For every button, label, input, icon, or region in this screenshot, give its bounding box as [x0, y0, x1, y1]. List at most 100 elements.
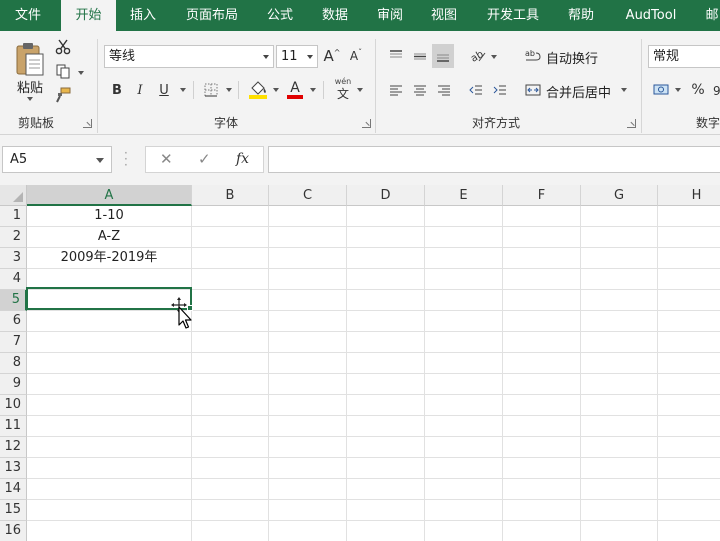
number-format-value: 常规 [653, 49, 680, 64]
tab-page-layout[interactable]: 页面布局 [176, 0, 248, 31]
phonetic-dropdown-icon[interactable] [357, 88, 363, 92]
orientation-icon[interactable]: ab [468, 45, 488, 67]
row-header-2[interactable]: 2 [0, 227, 27, 248]
formula-input[interactable] [268, 146, 720, 173]
font-name-combo[interactable]: 等线 [104, 45, 274, 68]
formula-bar-grip-icon[interactable]: · · · [124, 147, 128, 171]
format-painter-icon[interactable] [54, 86, 72, 104]
decrease-indent-icon[interactable] [466, 79, 486, 101]
paste-dropdown-icon[interactable] [27, 97, 33, 101]
borders-icon[interactable] [200, 79, 222, 101]
copy-dropdown-icon[interactable] [78, 71, 84, 75]
row-header-8[interactable]: 8 [0, 353, 27, 374]
active-cell-a5[interactable] [26, 287, 192, 310]
tab-review[interactable]: 审阅 [367, 0, 413, 31]
row-header-12[interactable]: 12 [0, 437, 27, 458]
tab-help[interactable]: 帮助 [558, 0, 604, 31]
row-header-14[interactable]: 14 [0, 479, 27, 500]
gridline [27, 352, 720, 353]
row-header-15[interactable]: 15 [0, 500, 27, 521]
cell-a3[interactable]: 2009年-2019年 [27, 248, 191, 268]
tab-file[interactable]: 文件 [0, 0, 56, 31]
merge-center-button[interactable]: 合并后居中 [546, 82, 611, 101]
row-header-3[interactable]: 3 [0, 248, 27, 269]
column-header-e[interactable]: E [425, 185, 503, 206]
orientation-dropdown-icon[interactable] [491, 55, 497, 59]
borders-dropdown-icon[interactable] [226, 88, 232, 92]
wrap-text-icon[interactable]: ab [524, 45, 542, 67]
merge-dropdown-icon[interactable] [621, 88, 627, 92]
font-size-combo[interactable]: 11 [276, 45, 318, 68]
tab-developer[interactable]: 开发工具 [477, 0, 549, 31]
align-right-icon[interactable] [434, 79, 454, 101]
clipboard-launcher-icon[interactable] [83, 119, 92, 128]
row-header-11[interactable]: 11 [0, 416, 27, 437]
fill-color-dropdown-icon[interactable] [273, 88, 279, 92]
row-header-1[interactable]: 1 [0, 206, 27, 227]
phonetic-guide-button[interactable]: wén 文 [331, 77, 355, 103]
font-color-swatch [287, 95, 303, 99]
tab-mailings[interactable]: 邮 [697, 0, 720, 31]
column-header-b[interactable]: B [192, 185, 269, 206]
chevron-down-icon [307, 55, 313, 59]
row-header-16[interactable]: 16 [0, 521, 27, 541]
merge-center-icon[interactable] [524, 79, 542, 101]
chevron-down-icon[interactable] [96, 158, 104, 163]
font-color-icon[interactable]: A [284, 77, 306, 101]
cut-icon[interactable] [54, 38, 72, 56]
cell-a1[interactable]: 1-10 [27, 206, 191, 226]
column-header-d[interactable]: D [347, 185, 425, 206]
fill-color-icon[interactable] [246, 77, 270, 101]
row-header-13[interactable]: 13 [0, 458, 27, 479]
column-header-c[interactable]: C [269, 185, 347, 206]
cell-a2[interactable]: A-Z [27, 227, 191, 247]
row-header-7[interactable]: 7 [0, 332, 27, 353]
bold-button[interactable]: B [107, 79, 127, 101]
tab-insert[interactable]: 插入 [118, 0, 168, 31]
copy-icon[interactable] [54, 62, 72, 80]
font-color-dropdown-icon[interactable] [310, 88, 316, 92]
underline-dropdown-icon[interactable] [180, 88, 186, 92]
column-header-h[interactable]: H [658, 185, 720, 206]
tab-formulas[interactable]: 公式 [258, 0, 302, 31]
row-header-4[interactable]: 4 [0, 269, 27, 290]
font-launcher-icon[interactable] [362, 119, 371, 128]
row-header-9[interactable]: 9 [0, 374, 27, 395]
column-header-f[interactable]: F [503, 185, 581, 206]
tab-view[interactable]: 视图 [421, 0, 467, 31]
select-all-button[interactable] [0, 185, 27, 206]
percent-button[interactable]: % [688, 79, 708, 101]
name-box[interactable]: A5 [2, 146, 112, 173]
tab-home[interactable]: 开始 [61, 0, 116, 34]
italic-button[interactable]: I [130, 79, 150, 101]
row-header-10[interactable]: 10 [0, 395, 27, 416]
decrease-font-size-button[interactable]: Aˇ [346, 45, 366, 67]
top-align-icon[interactable] [386, 45, 406, 67]
row-header-5[interactable]: 5 [0, 290, 27, 311]
number-format-combo[interactable]: 常规 [648, 45, 720, 68]
accounting-dropdown-icon[interactable] [675, 88, 681, 92]
column-header-a[interactable]: A [27, 185, 192, 206]
group-separator [97, 39, 98, 133]
insert-function-icon[interactable]: fx [236, 151, 249, 167]
column-header-g[interactable]: G [581, 185, 658, 206]
accounting-format-icon[interactable] [651, 79, 673, 101]
enter-icon[interactable]: ✓ [198, 150, 211, 168]
tab-audtool[interactable]: AudTool [614, 0, 688, 31]
increase-font-size-button[interactable]: A ^ [322, 45, 342, 67]
middle-align-icon[interactable] [410, 45, 430, 67]
underline-button[interactable]: U [154, 79, 174, 101]
bottom-align-icon[interactable] [432, 44, 454, 68]
tab-data[interactable]: 数据 [312, 0, 358, 31]
align-left-icon[interactable] [386, 79, 406, 101]
worksheet-grid[interactable]: A B C D E F G H 1 2 3 4 5 6 7 8 9 10 11 … [0, 185, 720, 541]
comma-style-icon[interactable]: 9 [712, 81, 720, 99]
align-center-icon[interactable] [410, 79, 430, 101]
paste-button-label[interactable]: 粘贴 [12, 77, 48, 96]
wrap-text-button[interactable]: 自动换行 [546, 48, 598, 67]
increase-indent-icon[interactable] [490, 79, 510, 101]
paste-icon[interactable] [10, 39, 50, 79]
row-header-6[interactable]: 6 [0, 311, 27, 332]
cancel-icon[interactable]: ✕ [160, 150, 173, 168]
alignment-launcher-icon[interactable] [627, 119, 636, 128]
